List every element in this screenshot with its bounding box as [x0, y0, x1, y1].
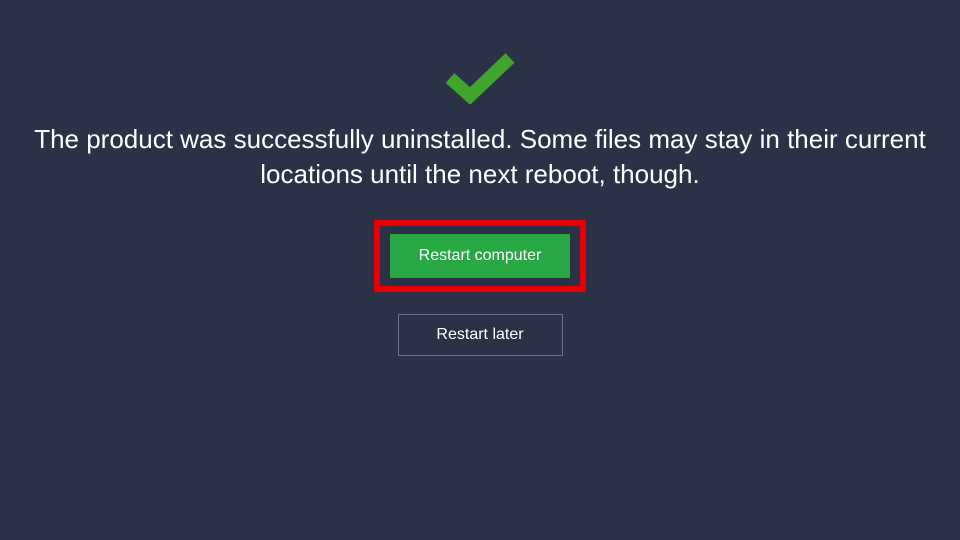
restart-later-button[interactable]: Restart later — [398, 314, 563, 356]
checkmark-icon — [444, 50, 516, 104]
uninstall-success-message: The product was successfully uninstalled… — [20, 122, 940, 192]
highlight-annotation: Restart computer — [374, 220, 586, 292]
button-group: Restart computer Restart later — [374, 220, 586, 356]
restart-computer-button[interactable]: Restart computer — [390, 234, 570, 278]
